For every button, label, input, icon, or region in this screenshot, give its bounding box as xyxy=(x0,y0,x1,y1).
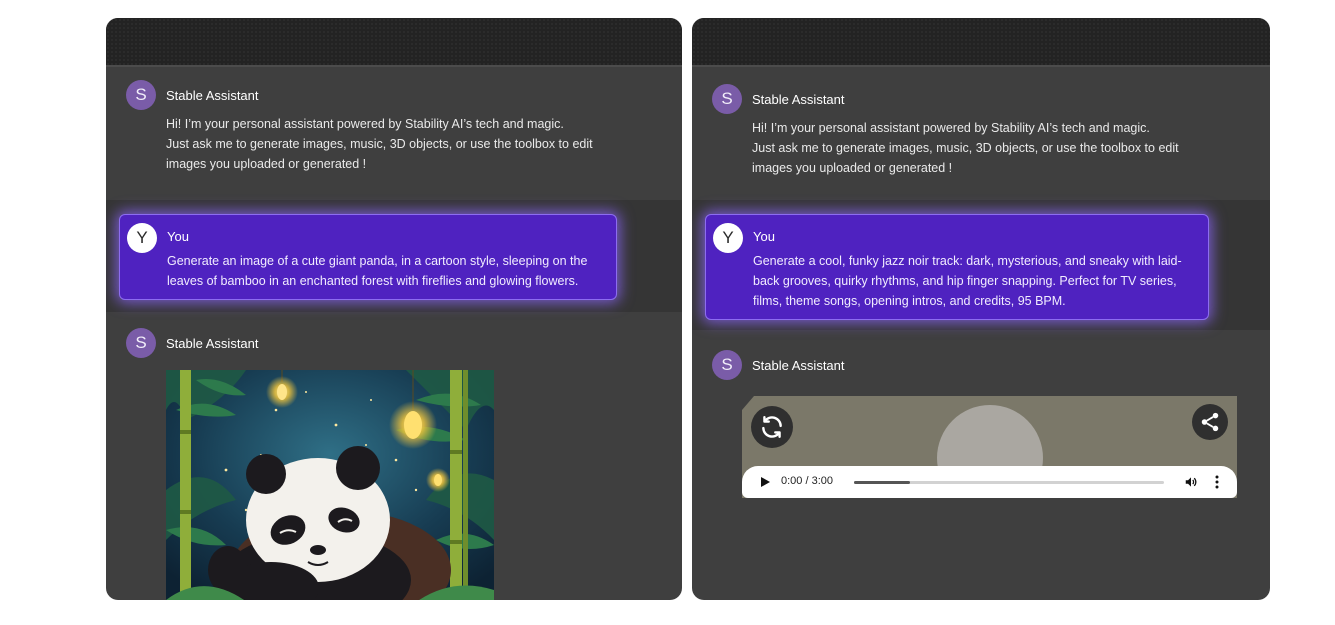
chat-panel-audio: S Stable Assistant Hi! I’m your personal… xyxy=(692,18,1270,600)
more-options-icon[interactable] xyxy=(1214,475,1220,489)
user-message-band: Y You Generate an image of a cute giant … xyxy=(106,200,682,312)
user-avatar: Y xyxy=(713,223,743,253)
message-line: Just ask me to generate images, music, 3… xyxy=(166,137,593,151)
message-line: films, theme songs, opening intros, and … xyxy=(753,294,1066,308)
message-text: Generate a cool, funky jazz noir track: … xyxy=(753,251,1203,311)
message-text: Hi! I’m your personal assistant powered … xyxy=(166,114,616,174)
play-icon[interactable] xyxy=(759,476,771,488)
assistant-intro-message: S Stable Assistant Hi! I’m your personal… xyxy=(692,84,1270,200)
seek-bar[interactable] xyxy=(854,481,1164,484)
message-text: Generate an image of a cute giant panda,… xyxy=(167,251,607,291)
panel-header xyxy=(106,18,682,67)
sender-name: You xyxy=(753,229,775,244)
chat-panel-image: S Stable Assistant Hi! I’m your personal… xyxy=(106,18,682,600)
sender-name: Stable Assistant xyxy=(752,358,845,373)
message-line: Just ask me to generate images, music, 3… xyxy=(752,141,1179,155)
sender-name: Stable Assistant xyxy=(166,336,259,351)
audio-player-card: 0:00 / 3:00 xyxy=(742,396,1237,498)
user-message-band: Y You Generate a cool, funky jazz noir t… xyxy=(692,200,1270,330)
sender-name: Stable Assistant xyxy=(166,88,259,103)
message-line: back grooves, quirky rhythms, and hip fi… xyxy=(753,274,1177,288)
sender-name: Stable Assistant xyxy=(752,92,845,107)
message-line: leaves of bamboo in an enchanted forest … xyxy=(167,274,579,288)
assistant-reply-message: S Stable Assistant xyxy=(692,350,1270,390)
message-line: images you uploaded or generated ! xyxy=(166,157,367,171)
user-avatar: Y xyxy=(127,223,157,253)
generated-panda-image[interactable] xyxy=(166,370,494,600)
assistant-avatar: S xyxy=(126,328,156,358)
user-message-card: Y You Generate an image of a cute giant … xyxy=(119,214,617,300)
message-line: Generate an image of a cute giant panda,… xyxy=(167,254,588,268)
time-readout: 0:00 / 3:00 xyxy=(781,475,833,487)
assistant-avatar: S xyxy=(126,80,156,110)
message-line: Hi! I’m your personal assistant powered … xyxy=(166,117,564,131)
volume-icon[interactable] xyxy=(1184,475,1198,489)
assistant-intro-message: S Stable Assistant Hi! I’m your personal… xyxy=(106,80,682,200)
message-line: Generate a cool, funky jazz noir track: … xyxy=(753,254,1182,268)
replay-button[interactable] xyxy=(751,406,793,448)
user-message-card: Y You Generate a cool, funky jazz noir t… xyxy=(705,214,1209,320)
seek-progress xyxy=(854,481,910,484)
message-line: Hi! I’m your personal assistant powered … xyxy=(752,121,1150,135)
assistant-avatar: S xyxy=(712,350,742,380)
sender-name: You xyxy=(167,229,189,244)
message-text: Hi! I’m your personal assistant powered … xyxy=(752,118,1202,178)
audio-controls: 0:00 / 3:00 xyxy=(742,466,1237,498)
panel-header xyxy=(692,18,1270,67)
replay-icon xyxy=(762,416,782,438)
message-line: images you uploaded or generated ! xyxy=(752,161,953,175)
assistant-avatar: S xyxy=(712,84,742,114)
share-icon xyxy=(1201,412,1219,432)
share-button[interactable] xyxy=(1192,404,1228,440)
